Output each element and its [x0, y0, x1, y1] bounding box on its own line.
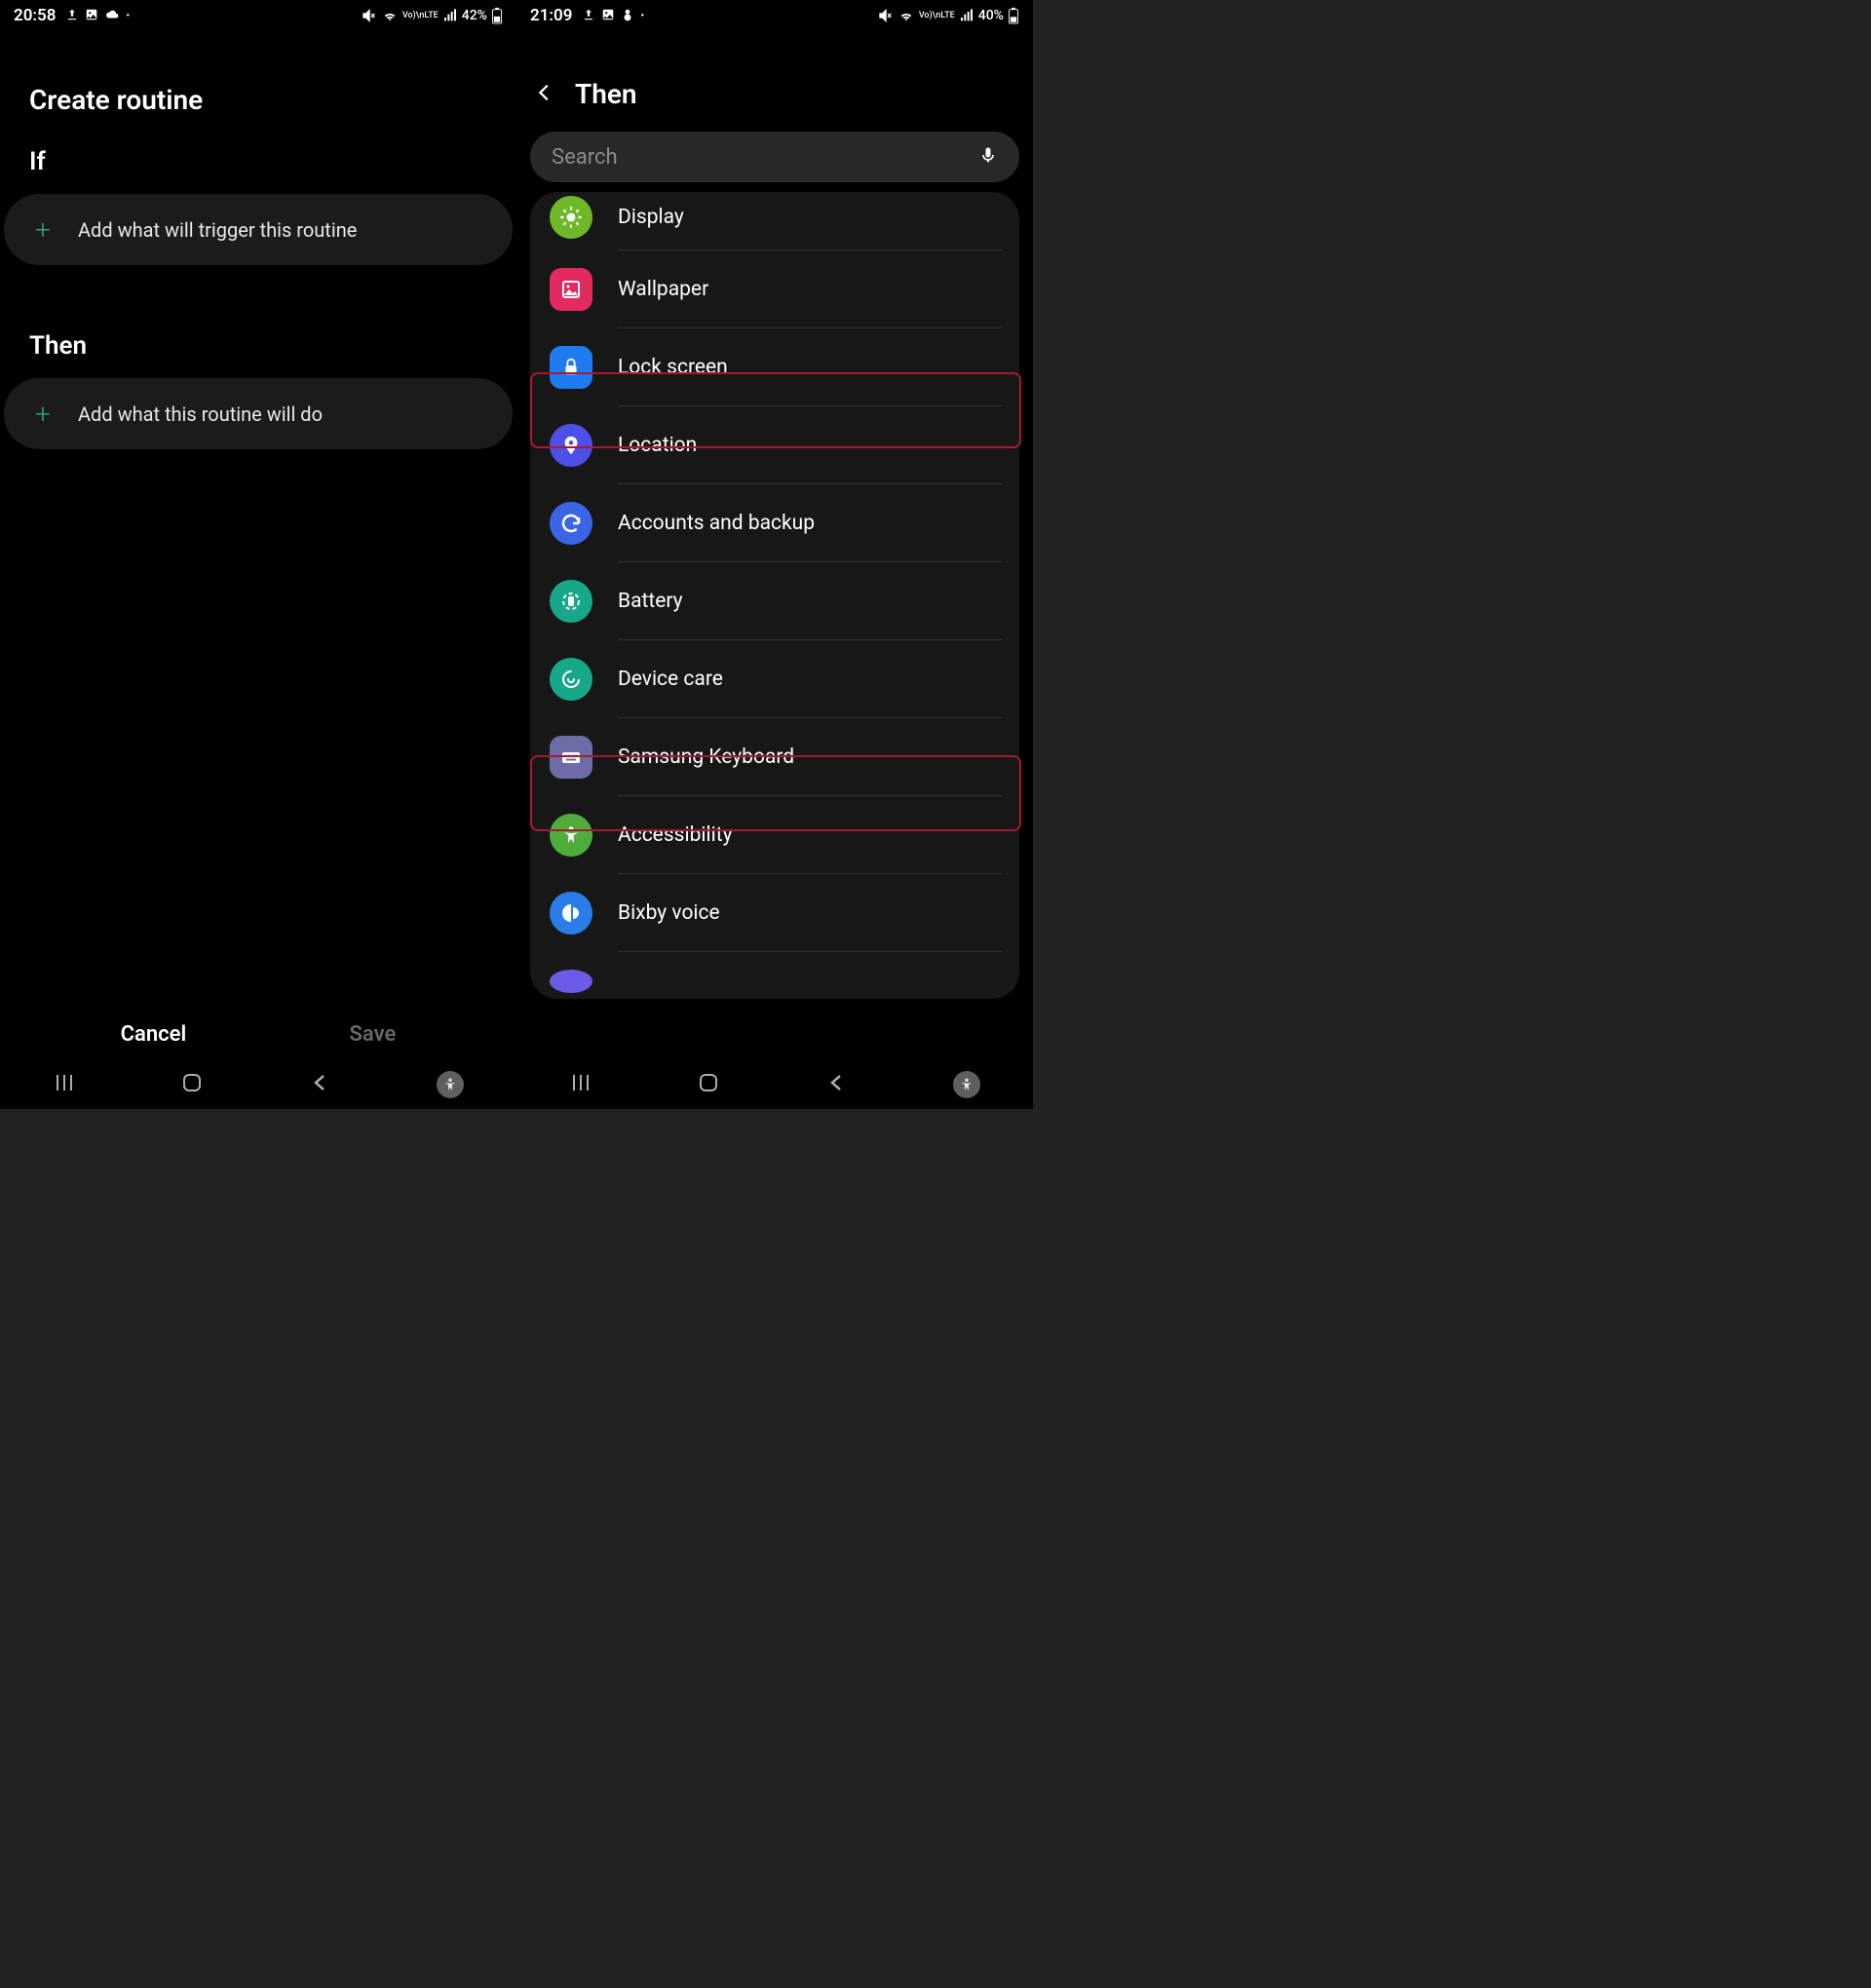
item-label: Wallpaper — [618, 278, 708, 301]
mute-icon — [362, 8, 377, 23]
lock-icon — [550, 346, 592, 389]
status-time: 21:09 — [530, 6, 572, 25]
list-item-location[interactable]: Location — [530, 406, 1019, 484]
upload-icon — [582, 7, 595, 25]
snowman-icon — [621, 7, 634, 25]
volte-icon: Vo)\nLTE — [919, 12, 955, 19]
more-icon: • — [126, 11, 130, 21]
back-icon[interactable] — [825, 1071, 849, 1098]
list-item-accessibility[interactable]: Accessibility — [530, 796, 1019, 874]
recents-icon[interactable] — [569, 1071, 592, 1098]
home-icon[interactable] — [180, 1071, 204, 1098]
search-placeholder: Search — [552, 145, 618, 170]
cloud-icon — [104, 7, 120, 25]
battery-icon — [550, 580, 592, 623]
header: Then — [516, 29, 1033, 132]
header-title: Then — [575, 78, 637, 110]
page-title: Create routine — [0, 29, 516, 139]
signal-icon — [442, 8, 458, 23]
mic-icon[interactable] — [978, 143, 998, 171]
item-label: Display — [618, 206, 684, 229]
battery-icon — [491, 7, 503, 24]
list-item-samsung-keyboard[interactable]: Samsung Keyboard — [530, 718, 1019, 796]
phone-right-then-list: 21:09 • Vo)\nLTE 40% — [516, 0, 1033, 1109]
status-time: 20:58 — [14, 6, 56, 25]
list-item-device-care[interactable]: Device care — [530, 640, 1019, 718]
add-action-button[interactable]: + Add what this routine will do — [4, 378, 513, 449]
mute-icon — [878, 8, 894, 23]
image-icon — [85, 7, 98, 25]
list-item-battery[interactable]: Battery — [530, 562, 1019, 640]
back-icon[interactable] — [534, 82, 555, 107]
phone-left-create-routine: 20:58 • Vo)\nLTE 42% — [0, 0, 516, 1109]
device-care-icon — [550, 658, 592, 701]
list-item-partial[interactable] — [530, 952, 1019, 999]
location-icon — [550, 424, 592, 467]
item-label: Device care — [618, 668, 723, 691]
bottom-buttons: Cancel Save — [0, 1013, 516, 1056]
accessibility-icon[interactable] — [953, 1071, 980, 1098]
item-label: Samsung Keyboard — [618, 746, 794, 769]
upload-icon — [65, 7, 79, 25]
list-item-accounts-backup[interactable]: Accounts and backup — [530, 484, 1019, 562]
list-item-wallpaper[interactable]: Wallpaper — [530, 250, 1019, 328]
accessibility-icon — [550, 814, 592, 857]
item-label: Accessibility — [618, 823, 733, 847]
brightness-icon — [550, 196, 592, 239]
item-label: Location — [618, 434, 697, 457]
save-button[interactable]: Save — [350, 1022, 397, 1047]
battery-percent: 40% — [978, 8, 1004, 23]
status-bar: 21:09 • Vo)\nLTE 40% — [516, 0, 1033, 29]
item-label: Accounts and backup — [618, 512, 815, 535]
list-item-lock-screen[interactable]: Lock screen — [530, 328, 1019, 406]
back-icon[interactable] — [309, 1071, 332, 1098]
signal-icon — [959, 8, 974, 23]
then-heading: Then — [0, 324, 516, 374]
plus-icon: + — [29, 213, 57, 246]
accessibility-icon[interactable] — [437, 1071, 464, 1098]
nav-bar — [0, 1060, 516, 1109]
if-heading: If — [0, 139, 516, 190]
image-icon — [550, 268, 592, 311]
battery-percent: 42% — [462, 8, 487, 23]
wifi-icon — [381, 8, 399, 23]
action-category-list: Display Wallpaper Lock screen Location A… — [530, 192, 1019, 999]
nav-bar — [516, 1060, 1033, 1109]
wifi-icon — [897, 8, 915, 23]
status-bar: 20:58 • Vo)\nLTE 42% — [0, 0, 516, 29]
plus-icon: + — [29, 398, 57, 430]
home-icon[interactable] — [697, 1071, 720, 1098]
cancel-button[interactable]: Cancel — [121, 1022, 187, 1047]
battery-icon — [1008, 7, 1019, 24]
add-trigger-label: Add what will trigger this routine — [78, 218, 357, 242]
item-label: Bixby voice — [618, 901, 720, 925]
list-item-bixby-voice[interactable]: Bixby voice — [530, 874, 1019, 952]
item-label: Battery — [618, 590, 683, 613]
add-action-label: Add what this routine will do — [78, 402, 323, 426]
sync-icon — [550, 502, 592, 545]
more-icon: • — [640, 11, 644, 21]
search-input[interactable]: Search — [530, 132, 1019, 182]
volte-icon: Vo)\nLTE — [402, 12, 439, 19]
item-label: Lock screen — [618, 356, 728, 379]
bixby-icon — [550, 892, 592, 935]
keyboard-icon — [550, 736, 592, 779]
add-trigger-button[interactable]: + Add what will trigger this routine — [4, 194, 513, 265]
partial-icon — [550, 970, 592, 993]
list-item-display[interactable]: Display — [530, 190, 1019, 250]
recents-icon[interactable] — [53, 1071, 76, 1098]
image-icon — [601, 7, 615, 25]
